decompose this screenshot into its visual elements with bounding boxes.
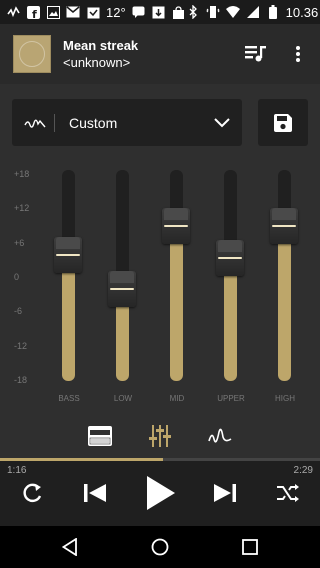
equalizer-mode-button[interactable] xyxy=(146,422,174,450)
band-label: UPPER xyxy=(217,394,245,403)
status-bar: f 12° 10.36 xyxy=(0,0,320,24)
system-nav-bar xyxy=(0,526,320,568)
wifi-icon xyxy=(225,5,240,19)
battery-icon xyxy=(266,5,280,19)
scale-label: +12 xyxy=(14,203,30,214)
wave-mode-button[interactable] xyxy=(206,422,234,450)
vibrate-icon xyxy=(205,5,220,19)
home-button[interactable] xyxy=(148,536,172,558)
save-preset-button[interactable] xyxy=(258,99,308,146)
more-vert-icon xyxy=(296,46,300,62)
next-button[interactable] xyxy=(212,480,238,506)
sliders-icon xyxy=(149,425,171,447)
scale-label: +6 xyxy=(14,237,25,248)
clock: 10.36 xyxy=(285,4,319,20)
temperature: 12° xyxy=(106,4,126,20)
gmail-icon xyxy=(66,5,80,19)
slider-level-fill xyxy=(224,257,237,381)
calendar-icon xyxy=(86,5,100,19)
svg-text:f: f xyxy=(32,8,37,19)
album-art[interactable] xyxy=(13,35,51,73)
scale-label: -6 xyxy=(14,306,23,317)
repeat-icon xyxy=(23,483,42,503)
slider-knob[interactable] xyxy=(216,239,244,276)
shopping-bag-icon xyxy=(172,5,186,19)
waveform-icon xyxy=(24,119,46,128)
skip-previous-icon xyxy=(84,484,106,502)
waveform-icon xyxy=(208,428,232,443)
amp-mode-button[interactable] xyxy=(86,422,114,450)
scale-label: -12 xyxy=(14,340,28,351)
back-triangle-icon xyxy=(62,538,77,556)
repeat-button[interactable] xyxy=(20,480,46,506)
chevron-down-icon xyxy=(214,117,230,127)
shuffle-button[interactable] xyxy=(275,480,301,506)
slider-knob[interactable] xyxy=(162,208,190,245)
app-notification-icon xyxy=(6,5,20,19)
slider-knob[interactable] xyxy=(270,208,298,245)
facebook-icon: f xyxy=(26,5,40,19)
download-icon xyxy=(152,5,166,19)
bluetooth-icon xyxy=(186,5,200,19)
recents-button[interactable] xyxy=(238,536,262,558)
eq-mode-bar xyxy=(0,422,320,452)
scale-label: 0 xyxy=(14,271,20,282)
preset-name: Custom xyxy=(69,114,118,131)
slider-knob[interactable] xyxy=(54,236,82,273)
play-icon xyxy=(147,476,175,510)
elapsed-time: 1:16 xyxy=(7,465,27,476)
amp-icon xyxy=(88,426,112,446)
slider-level-fill xyxy=(62,254,75,381)
queue-button[interactable] xyxy=(244,42,268,66)
gallery-icon xyxy=(46,5,60,19)
save-icon xyxy=(274,113,292,132)
more-options-button[interactable] xyxy=(286,42,310,66)
band-label: MID xyxy=(169,394,185,403)
slider-level-fill xyxy=(278,226,291,381)
recents-square-icon xyxy=(242,539,258,555)
track-artist: <unknown> xyxy=(63,54,131,70)
band-label: LOW xyxy=(113,394,133,403)
track-title: Mean streak xyxy=(63,37,139,53)
home-circle-icon xyxy=(151,538,169,556)
back-button[interactable] xyxy=(58,536,82,558)
chat-icon xyxy=(132,5,146,19)
scale-label: +18 xyxy=(14,169,30,179)
player-controls: 1:16 2:29 xyxy=(0,461,320,526)
skip-next-icon xyxy=(214,484,236,502)
preset-dropdown[interactable]: Custom xyxy=(12,99,242,146)
band-label: BASS xyxy=(58,394,80,403)
signal-icon xyxy=(246,5,260,19)
total-duration: 2:29 xyxy=(293,465,313,476)
previous-button[interactable] xyxy=(82,480,108,506)
now-playing-header: Mean streak <unknown> xyxy=(0,24,320,84)
play-button[interactable] xyxy=(145,474,177,512)
shuffle-icon xyxy=(277,484,299,502)
band-label: HIGH xyxy=(275,394,295,403)
slider-level-fill xyxy=(170,226,183,381)
queue-music-icon xyxy=(245,46,266,62)
slider-knob[interactable] xyxy=(108,271,136,308)
scale-label: -18 xyxy=(14,374,28,385)
